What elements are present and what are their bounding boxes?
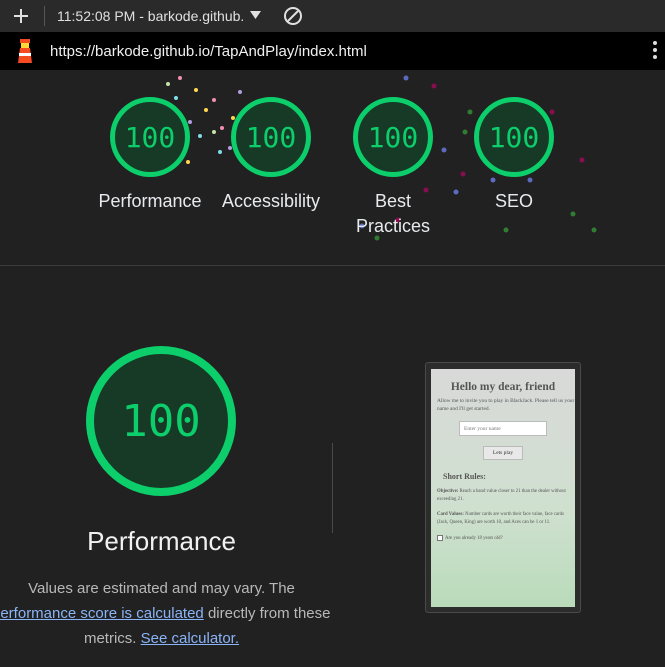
performance-description: Values are estimated and may vary. The p… <box>0 576 330 651</box>
gauge-seo[interactable]: 100 SEO <box>474 97 554 214</box>
tab-title-text: 11:52:08 PM - barkode.github. <box>57 8 245 24</box>
description-text: directly from these <box>207 605 331 622</box>
score-summary: 100 Performance 100 Accessibility 100 Be… <box>0 70 665 266</box>
gauge-score: 100 <box>231 97 311 177</box>
performance-title: Performance <box>87 526 236 556</box>
confetti-decoration <box>152 75 597 241</box>
screenshot-page: Hello my dear, friend Allow me to invite… <box>431 369 575 607</box>
top-toolbar: 11:52:08 PM - barkode.github. <box>0 0 665 33</box>
description-line: performance score is calculated directly… <box>0 601 330 626</box>
gauge-label: SEO <box>494 191 533 211</box>
description-line: metrics. See calculator. <box>0 626 323 651</box>
screenshot-heading: Hello my dear, friend <box>450 381 556 393</box>
screenshot-objective: Objective: Reach a hand value closer to … <box>437 488 569 504</box>
gauge-best-practices[interactable]: 100 Best Practices <box>353 97 433 239</box>
gauge-accessibility[interactable]: 100 Accessibility <box>222 97 320 214</box>
score-calculated-link[interactable]: performance score is calculated <box>0 605 204 622</box>
screenshot-age-checkbox: Are you already 18 years old? <box>437 535 575 541</box>
tab-title[interactable]: 11:52:08 PM - barkode.github. <box>57 8 262 24</box>
gauge-label: Performance <box>98 191 202 211</box>
screenshot-card-values: Card Values: Number cards are worth thei… <box>437 511 569 527</box>
screenshot-play-button: Lets play <box>483 446 523 460</box>
gauge-label: Best Practices <box>355 191 431 236</box>
dropdown-caret-icon[interactable] <box>250 10 262 22</box>
address-bar: https://barkode.github.io/TapAndPlay/ind… <box>0 32 665 70</box>
gauge-score: 100 <box>474 97 554 177</box>
performance-gauge: 100 <box>86 346 236 496</box>
screenshot-intro: Allow me to invite you to play in BlackJ… <box>437 398 575 412</box>
lighthouse-logo-icon <box>14 38 36 64</box>
screenshot-rules-title: Short Rules: <box>443 472 486 481</box>
gauge-score: 100 <box>110 97 190 177</box>
gauge-score: 100 <box>353 97 433 177</box>
vertical-divider <box>332 443 333 533</box>
blocked-icon[interactable] <box>283 6 303 26</box>
plus-icon[interactable] <box>10 7 32 25</box>
url-text[interactable]: https://barkode.github.io/TapAndPlay/ind… <box>50 43 367 60</box>
screenshot-name-input: Enter your name <box>459 421 547 436</box>
card-values-label: Card Values: <box>437 512 464 517</box>
gauge-label: Accessibility <box>221 191 321 211</box>
objective-label: Objective: <box>437 489 459 494</box>
toolbar-divider <box>44 6 45 26</box>
see-calculator-link[interactable]: See calculator. <box>141 630 239 647</box>
checkbox-icon <box>437 535 443 541</box>
gauge-performance[interactable]: 100 Performance <box>98 97 202 214</box>
final-screenshot[interactable]: Hello my dear, friend Allow me to invite… <box>425 362 581 613</box>
section-divider <box>0 265 665 266</box>
kebab-menu-icon[interactable] <box>653 41 657 62</box>
description-line: Values are estimated and may vary. The <box>28 580 295 597</box>
age-question: Are you already 18 years old? <box>445 535 503 541</box>
description-text: metrics. <box>83 630 137 647</box>
